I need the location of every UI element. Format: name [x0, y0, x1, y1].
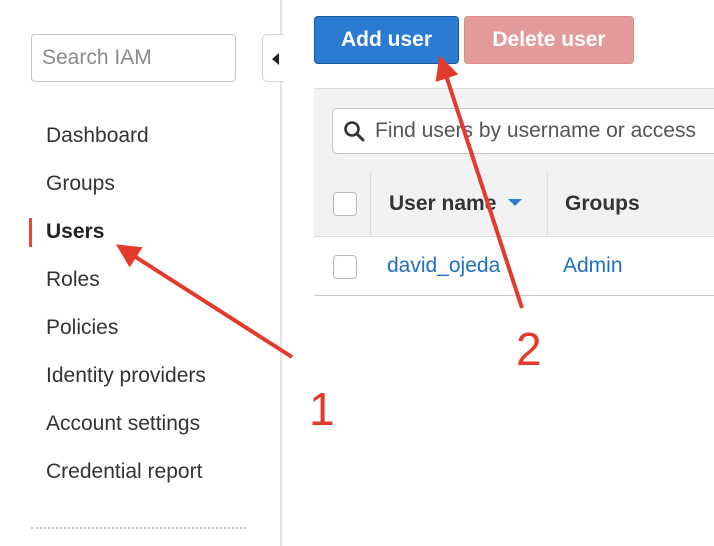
sidebar-divider-dotted [31, 527, 246, 529]
sidebar-item-groups[interactable]: Groups [0, 160, 281, 208]
annotation-number-1: 1 [309, 383, 335, 435]
sidebar-item-roles[interactable]: Roles [0, 256, 281, 304]
sidebar-nav: Dashboard Groups Users Roles Policies Id… [0, 112, 281, 496]
select-all-checkbox[interactable] [333, 192, 357, 216]
collapse-arrow-icon [272, 53, 279, 65]
sidebar-item-credential-report[interactable]: Credential report [0, 448, 281, 496]
sidebar-item-users[interactable]: Users [0, 208, 281, 256]
sort-descending-icon[interactable] [508, 199, 523, 207]
sidebar-item-identity-providers[interactable]: Identity providers [0, 352, 281, 400]
column-header-user-name-label: User name [389, 192, 497, 215]
users-table: Find users by username or access User na… [314, 88, 714, 296]
sidebar: Dashboard Groups Users Roles Policies Id… [0, 0, 281, 546]
table-row: david_ojeda Admin [314, 237, 714, 296]
filter-bar: Find users by username or access [314, 88, 714, 173]
add-user-button[interactable]: Add user [314, 16, 459, 64]
column-separator [370, 172, 371, 236]
search-iam-input[interactable] [31, 34, 236, 82]
groups-link[interactable]: Admin [563, 237, 623, 295]
user-name-link[interactable]: david_ojeda [387, 237, 500, 295]
column-header-groups[interactable]: Groups [565, 172, 640, 236]
column-header-user-name[interactable]: User name [389, 172, 523, 236]
find-users-input[interactable]: Find users by username or access [332, 108, 714, 154]
find-users-placeholder: Find users by username or access [375, 119, 696, 142]
sidebar-item-account-settings[interactable]: Account settings [0, 400, 281, 448]
annotation-number-2: 2 [516, 323, 542, 375]
table-header-row: User name Groups [314, 172, 714, 237]
search-icon [343, 120, 365, 147]
collapse-sidebar-toggle[interactable] [262, 34, 284, 82]
sidebar-item-policies[interactable]: Policies [0, 304, 281, 352]
delete-user-button: Delete user [464, 16, 634, 64]
row-checkbox[interactable] [333, 255, 357, 279]
column-separator [547, 172, 548, 236]
sidebar-item-dashboard[interactable]: Dashboard [0, 112, 281, 160]
